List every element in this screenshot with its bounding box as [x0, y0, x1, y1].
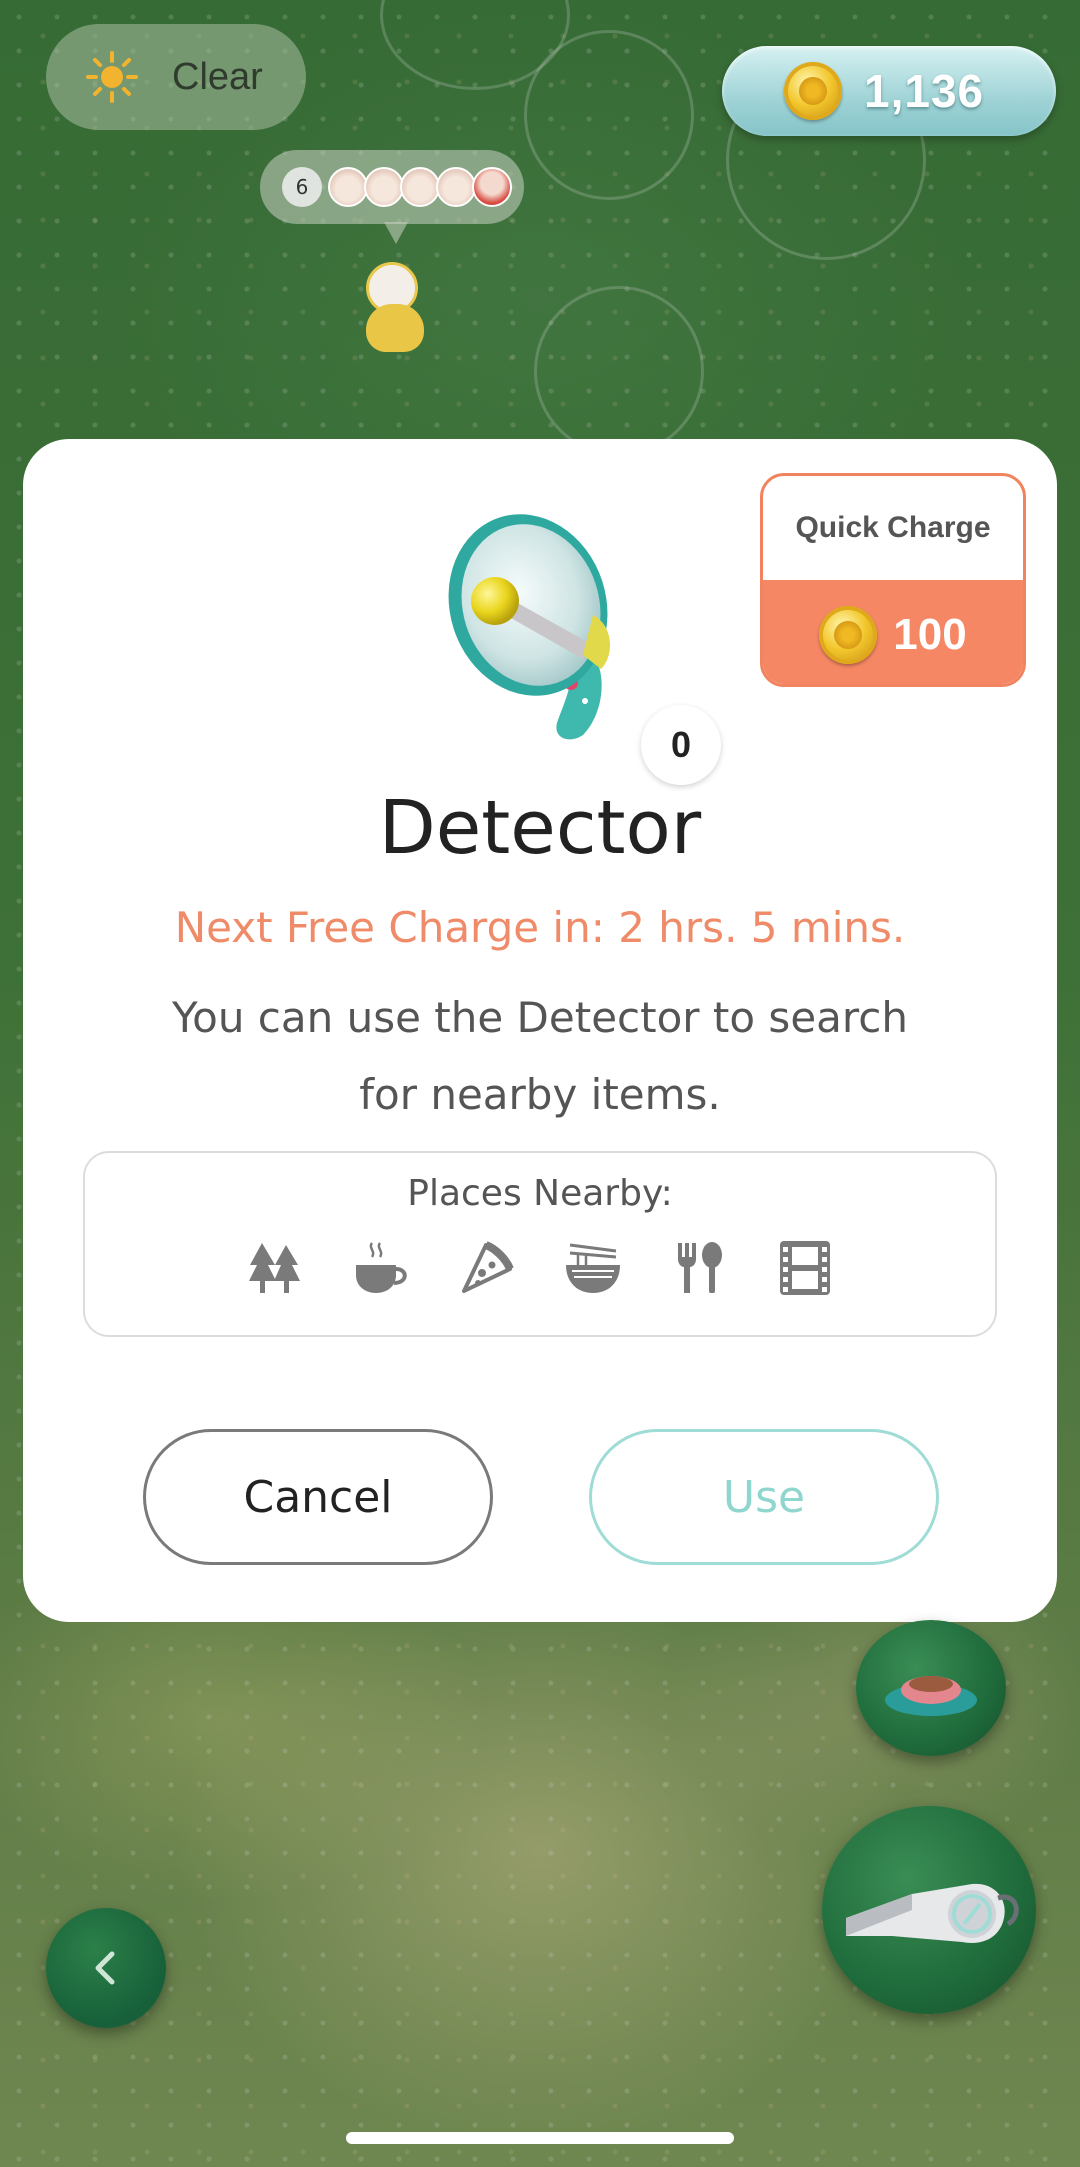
quick-charge-button[interactable]: Quick Charge 100: [760, 473, 1026, 687]
friend-avatar: [364, 167, 404, 207]
player-avatar[interactable]: [366, 262, 424, 352]
quick-charge-price: 100: [763, 580, 1023, 684]
coin-amount: 1,136: [864, 65, 985, 117]
places-nearby-panel: Places Nearby:: [83, 1151, 997, 1337]
home-indicator[interactable]: [346, 2132, 734, 2144]
megaphone-detector-icon: [448, 514, 611, 740]
places-nearby-label: Places Nearby:: [407, 1173, 673, 1214]
weather-indicator[interactable]: Clear: [46, 24, 306, 130]
coin-icon: [819, 606, 878, 664]
dialog-description: You can use the Detector to search for n…: [172, 993, 908, 1119]
friend-avatar: [472, 167, 512, 207]
coin-balance[interactable]: 1,136: [722, 46, 1056, 136]
use-button[interactable]: Use: [589, 1429, 939, 1565]
coffee-cup-icon: [356, 1242, 407, 1293]
film-strip-icon: [780, 1241, 830, 1295]
friend-avatar: [400, 167, 440, 207]
dialog-title: Detector: [378, 785, 702, 871]
fork-spoon-icon: [678, 1242, 722, 1293]
cancel-button[interactable]: Cancel: [143, 1429, 493, 1565]
quick-charge-label: Quick Charge: [795, 511, 991, 544]
friend-avatar: [328, 167, 368, 207]
whistle-button[interactable]: [822, 1806, 1036, 2014]
item-count-badge: 0: [641, 705, 721, 785]
friends-bubble[interactable]: 6: [260, 150, 524, 244]
noodle-bowl-icon: [566, 1243, 620, 1293]
places-icon-row: [85, 1239, 995, 1297]
free-charge-timer: Next Free Charge in: 2 hrs. 5 mins.: [174, 903, 906, 952]
back-chevron-icon: [95, 1951, 115, 1985]
coin-icon: [784, 62, 842, 120]
weather-label: Clear: [172, 55, 263, 98]
detector-dialog: Quick Charge 100 0 Detector Next Free Ch…: [23, 439, 1057, 1622]
pet-bowl-icon: [885, 1676, 977, 1716]
sun-icon: [86, 51, 138, 103]
friends-count: 6: [282, 167, 322, 207]
back-button[interactable]: [46, 1908, 166, 2028]
quick-charge-price-value: 100: [893, 610, 967, 659]
friend-avatar: [436, 167, 476, 207]
trees-icon: [249, 1243, 300, 1293]
pet-bowl-button[interactable]: [856, 1620, 1006, 1756]
pizza-slice-icon: [462, 1241, 514, 1293]
whistle-icon: [846, 1883, 1019, 1943]
